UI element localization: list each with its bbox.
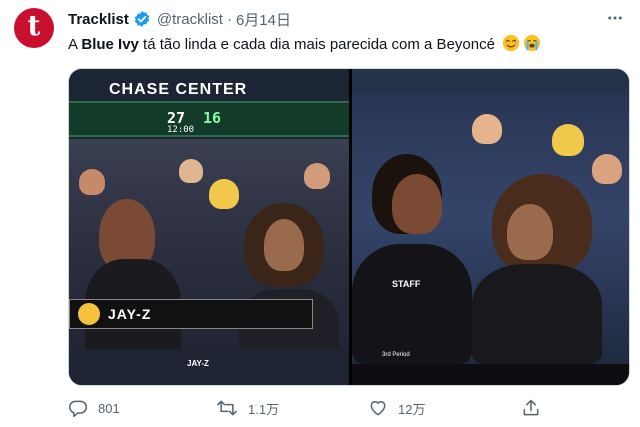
crowd-background: STAFF [352, 94, 629, 364]
separator-dot: · [226, 10, 232, 28]
media-image-right[interactable]: STAFF 3rd Period [352, 69, 629, 385]
arena-sign: CHASE CENTER [109, 81, 248, 98]
tweet-actions: 801 1.1万 12万 [68, 398, 628, 420]
share-button[interactable] [521, 398, 541, 418]
media-image-left[interactable]: CHASE CENTER 27 16 12:00 JAY-Z JAY-Z [69, 69, 349, 385]
scoreboard-right: 16 [203, 109, 222, 127]
fan-figure [304, 163, 330, 189]
retweet-button[interactable]: 1.1万 [216, 398, 279, 418]
fan-figure [209, 179, 239, 209]
fan-figure [79, 169, 105, 195]
scoreboard: 27 16 12:00 [69, 101, 349, 137]
like-button[interactable]: 12万 [368, 398, 425, 418]
blue-ivy-jacket [472, 264, 602, 364]
heart-icon [368, 398, 388, 418]
fan-figure [592, 154, 622, 184]
avatar-letter: t [27, 9, 41, 42]
tweet-text: A Blue Ivy tá tão linda e cada dia mais … [68, 34, 541, 55]
like-count: 12万 [398, 401, 426, 417]
blue-ivy-figure [264, 219, 304, 271]
reply-button[interactable]: 801 [68, 398, 120, 418]
tweet-media[interactable]: CHASE CENTER 27 16 12:00 JAY-Z JAY-Z STA… [68, 68, 630, 386]
verified-badge-icon [133, 10, 151, 28]
jumbotron-nameplate: JAY-Z [187, 359, 209, 368]
share-icon [521, 398, 541, 418]
tweet-header: Tracklist @tracklist · 6月14日 [68, 9, 291, 29]
jay-z-nameplate: JAY-Z [69, 299, 313, 329]
tweet-date[interactable]: 6月14日 [236, 9, 291, 30]
period-caption: 3rd Period [382, 352, 410, 358]
warriors-logo-icon [78, 303, 100, 325]
tweet-text-prefix: A [68, 36, 82, 53]
reply-count: 801 [98, 400, 120, 416]
fan-figure [472, 114, 502, 144]
fan-figure [552, 124, 584, 156]
tweet-text-bold: Blue Ivy [81, 36, 139, 53]
more-icon[interactable] [606, 9, 624, 32]
loudly-crying-face-emoji [523, 34, 541, 52]
smiling-face-with-heart-eyes-emoji [502, 34, 520, 52]
reply-icon [68, 398, 88, 418]
retweet-icon [216, 398, 238, 418]
video-bottom-bar [352, 364, 629, 385]
jumbotron-strip: JAY-Z [69, 349, 349, 385]
avatar[interactable]: t [14, 8, 54, 48]
display-name[interactable]: Tracklist [68, 11, 129, 28]
nameplate-text: JAY-Z [108, 306, 152, 322]
tweet-text-suffix: tá tão linda e cada dia mais parecida co… [138, 36, 495, 53]
jay-z-face [392, 174, 442, 234]
shirt-text: STAFF [392, 279, 421, 289]
scoreboard-clock: 12:00 [167, 125, 195, 135]
fan-figure [179, 159, 203, 183]
retweet-count: 1.1万 [248, 401, 280, 417]
jay-z-body [352, 244, 472, 364]
handle[interactable]: @tracklist [157, 11, 223, 28]
blue-ivy-figure [507, 204, 553, 260]
